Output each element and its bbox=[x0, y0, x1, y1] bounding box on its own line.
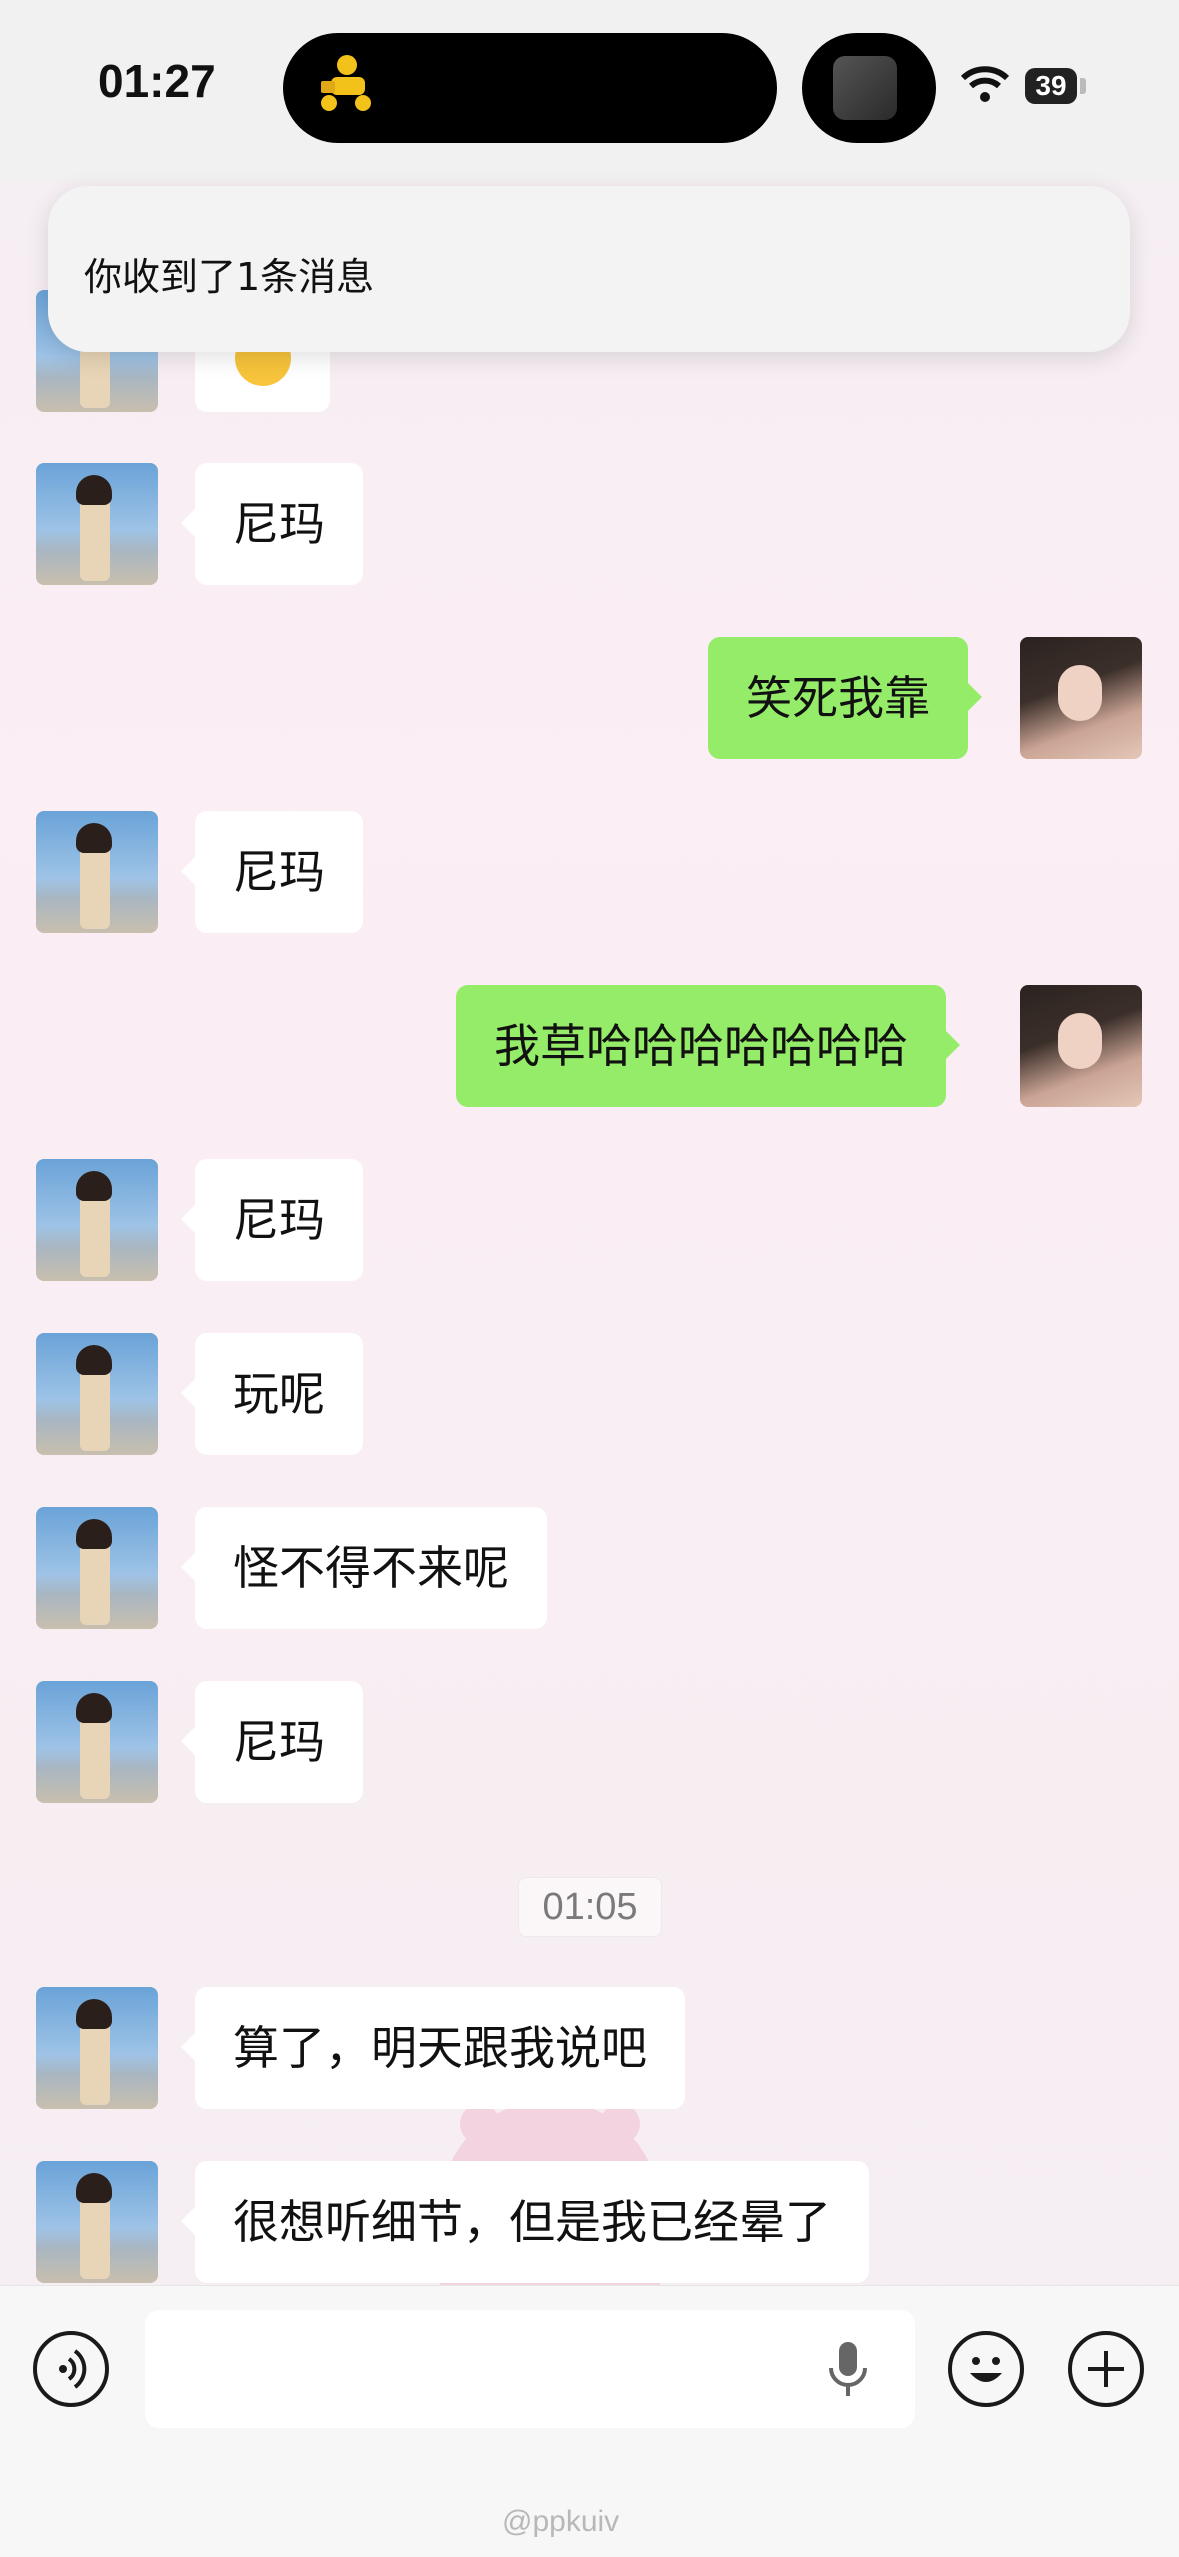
plus-button[interactable] bbox=[1068, 2331, 1144, 2407]
wifi-icon bbox=[960, 66, 1010, 102]
battery-icon: 39 bbox=[1025, 68, 1077, 104]
message-input[interactable] bbox=[145, 2310, 915, 2428]
notification-banner[interactable]: 你收到了1条消息 bbox=[48, 186, 1130, 352]
status-time: 01:27 bbox=[98, 55, 216, 107]
watermark: @ppkuiv bbox=[502, 2505, 620, 2538]
dynamic-island[interactable] bbox=[283, 33, 777, 143]
message-bubble-out[interactable]: 我草哈哈哈哈哈哈哈 bbox=[456, 985, 960, 1107]
contact-avatar[interactable] bbox=[36, 1681, 158, 1803]
chat-timestamp: 01:05 bbox=[518, 1877, 662, 1937]
plus-icon bbox=[1088, 2351, 1124, 2387]
message-bubble-in[interactable]: 怪不得不来呢 bbox=[181, 1507, 547, 1629]
my-avatar[interactable] bbox=[1020, 637, 1142, 759]
contact-avatar[interactable] bbox=[36, 463, 158, 585]
battery-tip bbox=[1080, 78, 1086, 94]
media-activity[interactable] bbox=[802, 33, 936, 143]
mic-icon[interactable] bbox=[825, 2340, 871, 2400]
message-bubble-in[interactable]: 尼玛 bbox=[181, 1681, 363, 1803]
contact-avatar[interactable] bbox=[36, 811, 158, 933]
emoji-button[interactable] bbox=[948, 2331, 1024, 2407]
message-bubble-in[interactable]: 玩呢 bbox=[181, 1333, 363, 1455]
contact-avatar[interactable] bbox=[36, 1333, 158, 1455]
message-bubble-in[interactable]: 尼玛 bbox=[181, 1159, 363, 1281]
media-thumbnail bbox=[833, 56, 897, 120]
contact-avatar[interactable] bbox=[36, 1987, 158, 2109]
message-bubble-in[interactable]: 尼玛 bbox=[181, 463, 363, 585]
emoji-icon bbox=[970, 2357, 1002, 2382]
voice-icon bbox=[59, 2349, 87, 2389]
message-bubble-in[interactable]: 很想听细节，但是我已经晕了 bbox=[181, 2161, 869, 2283]
delivery-scooter-icon bbox=[321, 55, 371, 111]
voice-button[interactable] bbox=[33, 2331, 109, 2407]
contact-avatar[interactable] bbox=[36, 2161, 158, 2283]
message-bubble-in[interactable]: 算了，明天跟我说吧 bbox=[181, 1987, 685, 2109]
contact-avatar[interactable] bbox=[36, 1507, 158, 1629]
message-bubble-out[interactable]: 笑死我靠 bbox=[708, 637, 982, 759]
message-bubble-in[interactable]: 尼玛 bbox=[181, 811, 363, 933]
contact-avatar[interactable] bbox=[36, 1159, 158, 1281]
my-avatar[interactable] bbox=[1020, 985, 1142, 1107]
status-bar: 01:27 39 bbox=[0, 0, 1179, 180]
notification-text: 你收到了1条消息 bbox=[84, 255, 375, 299]
